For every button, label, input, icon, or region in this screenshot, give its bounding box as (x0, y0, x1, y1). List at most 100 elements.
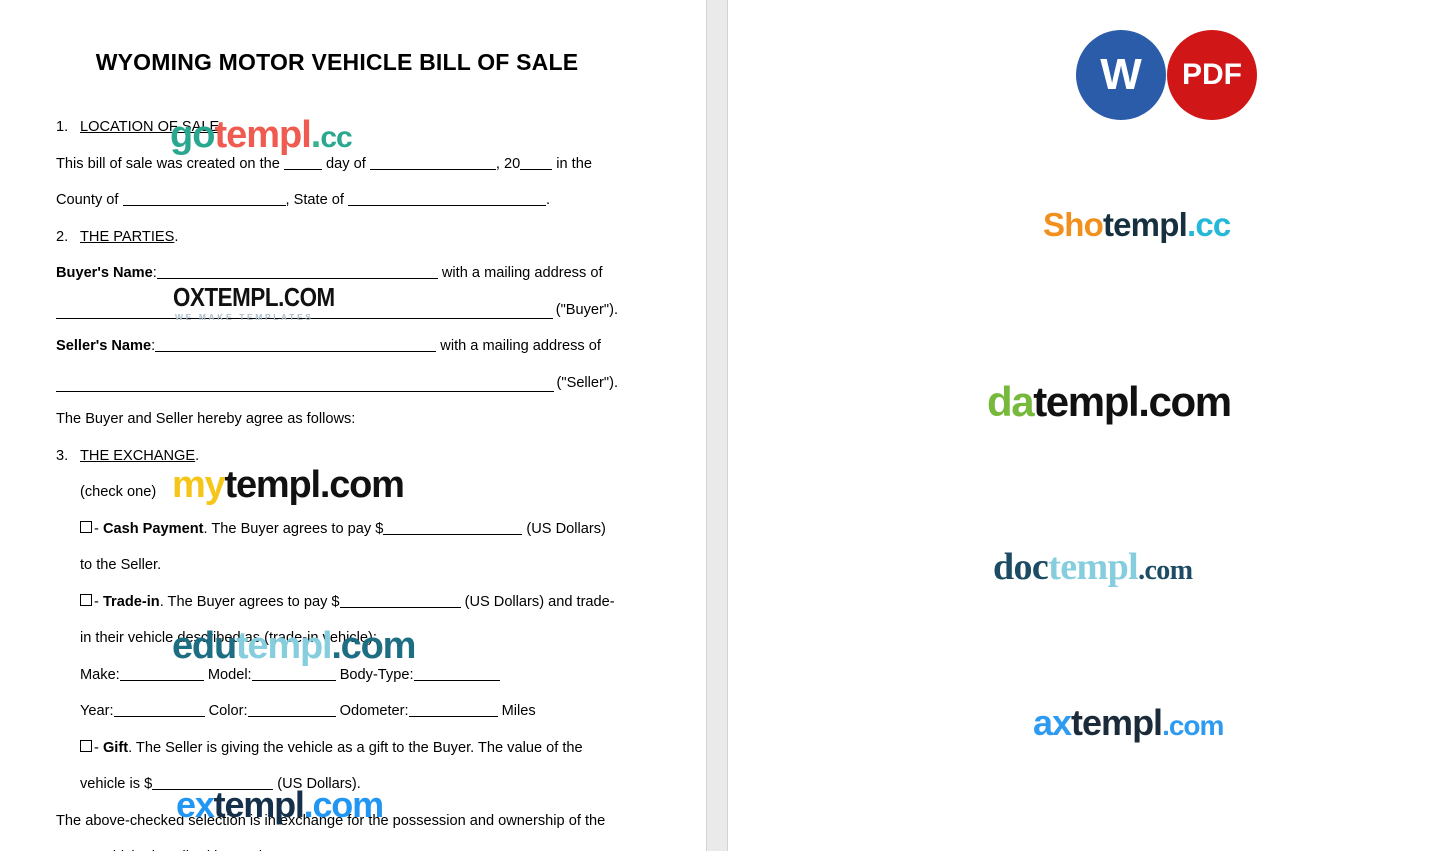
section-1-number: 1. (56, 119, 69, 136)
gift-text-a: . The Seller is giving the vehicle as a … (128, 739, 583, 756)
cash-amount-blank[interactable] (383, 520, 523, 535)
watermark-shotempl-tld: .cc (1186, 206, 1231, 243)
watermark-doctempl: doctempl.com (993, 546, 1193, 588)
trade-amount-blank[interactable] (339, 593, 461, 608)
buyer-tail-text: ("Buyer"). (552, 291, 618, 329)
trade-make-label: Make: (80, 666, 120, 683)
cash-dash: - (94, 520, 99, 537)
buyer-name-label: Buyer's Name (56, 265, 153, 282)
trade-dash: - (94, 593, 99, 610)
cash-payment-checkbox[interactable] (80, 520, 92, 533)
trade-in-row: - Trade-in. The Buyer agrees to pay $ (U… (56, 584, 618, 621)
watermark-axtempl-part2: templ (1071, 702, 1163, 743)
trade-make-blank[interactable] (119, 666, 204, 681)
trade-vehicle-row-2: Year: Color: Odometer: Miles (56, 693, 618, 730)
cash-payment-label: Cash Payment (102, 520, 204, 537)
section-3-heading: THE EXCHANGE (80, 447, 196, 464)
location-line1-text-a: This bill of sale was created on the (56, 155, 280, 172)
county-label: County of (56, 192, 119, 209)
seller-tail-text: ("Seller"). (553, 364, 618, 402)
location-line1-text-b: day of (326, 155, 366, 172)
seller-name-row: Seller's Name: with a mailing address of (56, 328, 618, 365)
trade-miles-label: Miles (501, 703, 536, 720)
location-line-2: County of , State of . (56, 182, 618, 219)
gift-label: Gift (102, 739, 129, 756)
section-the-exchange: 3. THE EXCHANGE. (check one) - Cash Payme… (56, 438, 618, 851)
watermark-datempl-part2: templ.com (1033, 378, 1232, 425)
watermark-doctempl-part2: templ (1048, 546, 1139, 588)
watermark-doctempl-tld: .com (1138, 555, 1193, 586)
seller-address-blank[interactable] (56, 391, 618, 393)
section-3-number: 3. (56, 447, 69, 464)
trade-in-text-b: (US Dollars) and trade- (464, 593, 615, 610)
watermark-shotempl-part1: Sho (1043, 206, 1104, 243)
buyer-name-row: Buyer's Name: with a mailing address of (56, 255, 618, 292)
section-3-heading-suffix: . (195, 447, 200, 464)
gift-dash: - (94, 739, 99, 756)
trade-bodytype-label: Body-Type: (339, 666, 414, 683)
seller-name-blank[interactable] (155, 337, 437, 353)
trade-in-label: Trade-in (102, 593, 160, 610)
trade-in-checkbox[interactable] (80, 593, 92, 606)
document-page-1: WYOMING MOTOR VEHICLE BILL OF SALE 1. LOC… (0, 0, 706, 851)
location-line1-text-c: , 20 (495, 155, 521, 172)
trade-year-label: Year: (80, 703, 114, 720)
trade-odometer-label: Odometer: (339, 703, 409, 720)
pdf-format-badge[interactable]: PDF (1167, 30, 1257, 120)
check-one-text: (check one) (80, 484, 157, 501)
day-blank[interactable] (283, 155, 322, 170)
watermark-axtempl: axtempl.com (1033, 702, 1224, 743)
seller-name-label: Seller's Name (56, 338, 152, 355)
buyer-name-blank[interactable] (156, 264, 438, 280)
page-title: WYOMING MOTOR VEHICLE BILL OF SALE (95, 49, 579, 75)
gift-row-2: vehicle is $ (US Dollars). (56, 766, 618, 803)
trade-year-blank[interactable] (113, 702, 205, 718)
cash-payment-row: - Cash Payment. The Buyer agrees to pay … (56, 511, 618, 548)
state-blank[interactable] (348, 191, 547, 207)
buyer-address-blank[interactable] (56, 318, 618, 320)
trade-vehicle-row-1: Make: Model: Body-Type: (56, 657, 618, 694)
trade-model-label: Model: (207, 666, 252, 683)
cash-payment-line-2: to the Seller. (80, 557, 162, 574)
location-period: . (546, 192, 551, 209)
gift-value-blank[interactable] (152, 775, 274, 791)
word-format-badge[interactable]: W (1076, 30, 1166, 120)
gift-text-b: vehicle is $ (80, 776, 153, 793)
section-2-number: 2. (56, 228, 69, 245)
trade-in-text-a: . The Buyer agrees to pay $ (159, 593, 340, 610)
gift-text-c: (US Dollars). (277, 776, 361, 793)
trade-odometer-blank[interactable] (408, 702, 498, 718)
section-3-heading-row: 3. THE EXCHANGE. (56, 438, 618, 475)
buyer-address-row: ("Buyer"). (56, 291, 618, 329)
year-blank[interactable] (520, 155, 553, 170)
document-page-2: 4.VEHICLE DESCRIPTION. Make: Model: Body… (728, 0, 1429, 851)
trade-color-blank[interactable] (247, 702, 336, 718)
page-1-content: WYOMING MOTOR VEHICLE BILL OF SALE 1. LOC… (56, 49, 618, 851)
trade-model-blank[interactable] (251, 666, 336, 681)
watermark-axtempl-part1: ax (1033, 702, 1072, 743)
trade-bodytype-blank[interactable] (413, 666, 500, 681)
section-2-heading-suffix: . (174, 228, 179, 245)
section-2-heading-row: 2. THE PARTIES. (56, 219, 618, 256)
section-the-parties: 2. THE PARTIES. Buyer's Name: with a mail… (56, 219, 618, 438)
watermark-shotempl: Shotempl.cc (1043, 206, 1231, 243)
location-line1-text-d: in the (556, 155, 592, 172)
watermark-shotempl-part2: templ (1102, 206, 1188, 243)
agree-line: The Buyer and Seller hereby agree as fol… (56, 411, 356, 428)
trade-in-line-2: in their vehicle described as (trade-in … (80, 630, 377, 647)
seller-address-row: ("Seller"). (56, 364, 618, 402)
page-gutter-divider (706, 0, 728, 851)
gift-row: - Gift. The Seller is giving the vehicle… (56, 730, 618, 767)
gift-checkbox[interactable] (80, 739, 92, 752)
trade-color-label: Color: (208, 703, 248, 720)
section-2-heading: THE PARTIES (80, 228, 175, 245)
exchange-closing-line-2: motor vehicle described in Section 4. (56, 839, 618, 851)
word-badge-label: W (1100, 50, 1142, 99)
county-blank[interactable] (122, 191, 286, 207)
section-location-of-sale: 1. LOCATION OF SALE This bill of sale was… (56, 109, 618, 219)
month-blank[interactable] (369, 155, 496, 170)
exchange-closing-line-1: The above-checked selection is in exchan… (56, 812, 606, 829)
section-1-heading-row: 1. LOCATION OF SALE (56, 109, 618, 146)
cash-payment-text-a: . The Buyer agrees to pay $ (203, 520, 384, 537)
seller-mailing-address-text: with a mailing address of (440, 338, 601, 355)
